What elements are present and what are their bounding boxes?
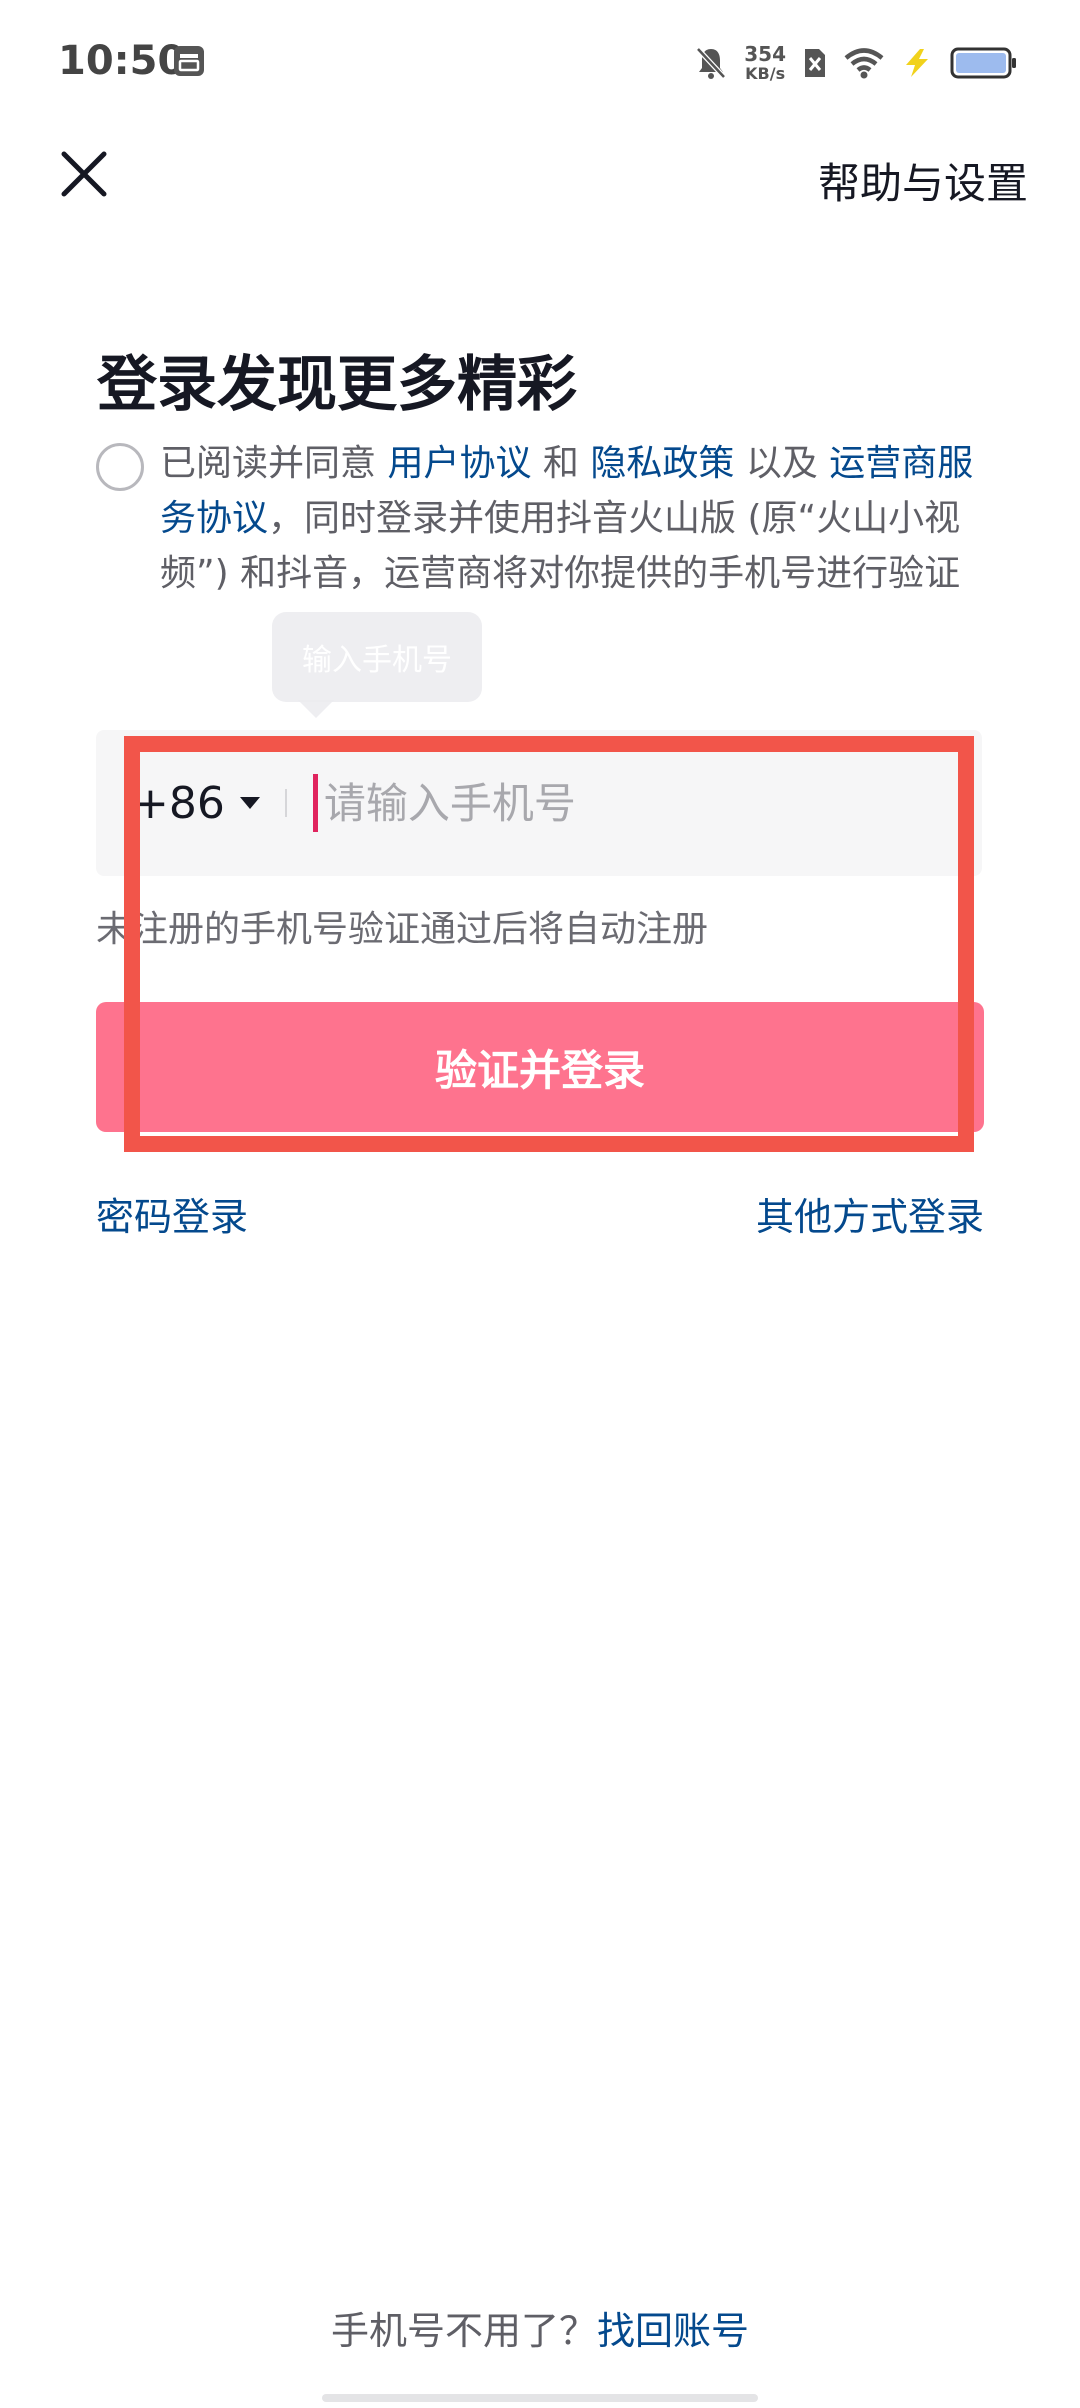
agreement-checkbox[interactable] — [96, 443, 144, 491]
agreement-and-1: 和 — [531, 443, 591, 484]
status-icons: 354 KB/s — [694, 38, 1018, 88]
user-agreement-link[interactable]: 用户协议 — [387, 443, 531, 484]
phone-tooltip: 输入手机号 — [272, 612, 482, 702]
other-login-link[interactable]: 其他方式登录 — [756, 1186, 984, 1241]
net-speed-value: 354 — [744, 42, 786, 66]
network-speed: 354 KB/s — [744, 42, 786, 83]
status-bar: 10:50 354 KB/s — [0, 0, 1080, 120]
help-settings-link[interactable]: 帮助与设置 — [818, 150, 1028, 211]
sim-x-icon — [805, 49, 825, 77]
recover-question: 手机号不用了？ — [330, 2309, 597, 2353]
input-divider — [284, 789, 287, 817]
register-hint: 未注册的手机号验证通过后将自动注册 — [96, 909, 709, 950]
charging-bolt-icon — [906, 49, 928, 77]
caret-down-icon — [239, 797, 260, 809]
battery-icon — [950, 47, 1016, 79]
recover-account-link[interactable]: 找回账号 — [597, 2309, 749, 2353]
status-time: 10:50 — [58, 38, 186, 84]
login-screen: 10:50 354 KB/s 帮助与设置 登录发现更多精彩 已阅读并同意 用户协… — [0, 0, 1080, 2408]
phone-number-input[interactable] — [321, 777, 922, 829]
country-code-selector[interactable]: +86 — [132, 778, 261, 829]
agreement-and-2: 以及 — [734, 443, 830, 484]
phone-input-box: +86 — [96, 730, 982, 876]
recover-account-row: 手机号不用了？找回账号 — [0, 2300, 1080, 2355]
net-speed-unit: KB/s — [745, 64, 786, 83]
agreement-text: 已阅读并同意 用户协议 和 隐私政策 以及 运营商服务协议，同时登录并使用抖音火… — [160, 436, 990, 601]
bell-muted-icon — [696, 47, 727, 79]
privacy-policy-link[interactable]: 隐私政策 — [590, 443, 734, 484]
tooltip-tail — [298, 700, 334, 718]
password-login-link[interactable]: 密码登录 — [96, 1186, 248, 1241]
country-code-value: +86 — [132, 777, 225, 829]
verify-login-button[interactable]: 验证并登录 — [96, 1002, 984, 1132]
storage-icon — [174, 46, 204, 76]
agreement-prefix: 已阅读并同意 — [160, 443, 388, 484]
home-indicator[interactable] — [322, 2394, 758, 2402]
close-icon[interactable] — [56, 146, 112, 202]
text-cursor — [312, 774, 318, 832]
page-title: 登录发现更多精彩 — [97, 350, 577, 420]
agreement-suffix: ，同时登录并使用抖音火山版 (原“火山小视频”) 和抖音，运营商将对你提供的手机… — [160, 498, 961, 594]
wifi-icon — [844, 48, 884, 79]
